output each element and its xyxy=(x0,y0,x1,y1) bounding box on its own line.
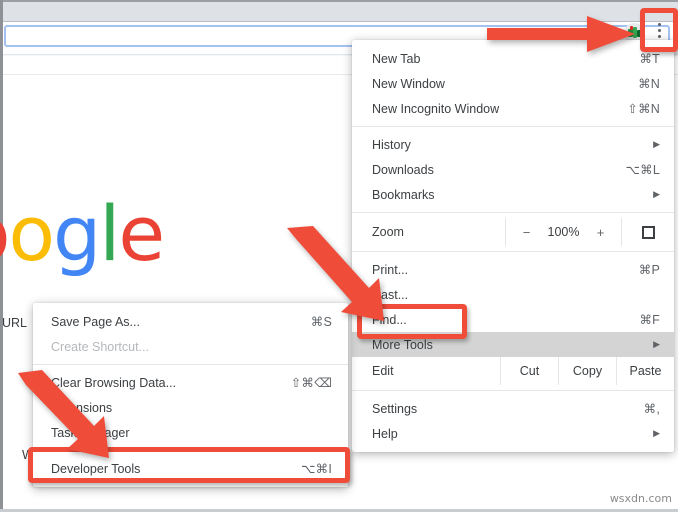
menu-item-label: New Incognito Window xyxy=(372,101,500,116)
submenu-item-create-shortcut: Create Shortcut... xyxy=(33,334,348,359)
window-top-border xyxy=(0,0,678,2)
submenu-item-label: Save Page As... xyxy=(51,314,140,329)
menu-separator xyxy=(352,251,674,252)
menu-row-edit: Edit Cut Copy Paste xyxy=(352,357,674,385)
menu-item-accelerator: ⌘P xyxy=(638,263,660,277)
menu-item-accelerator: ⌘T xyxy=(639,52,660,66)
menu-item-label: Print... xyxy=(372,262,409,277)
logo-letter-o2: o xyxy=(8,189,55,278)
fullscreen-button[interactable] xyxy=(622,218,674,246)
menu-item-history[interactable]: History ▶ xyxy=(352,132,674,157)
annotation-box-menu-button xyxy=(640,8,678,52)
submenu-item-accelerator: ⇧⌘⌫ xyxy=(290,376,332,390)
annotation-arrow-to-developer-tools xyxy=(18,370,109,458)
annotation-arrow-to-menu-button xyxy=(487,16,635,52)
chevron-right-icon: ▶ xyxy=(653,339,660,349)
menu-item-new-window[interactable]: New Window ⌘N xyxy=(352,71,674,96)
screenshot-root: oogle URL W New Tab ⌘T New Window ⌘N New… xyxy=(0,0,678,512)
menu-row-zoom: Zoom − 100% + xyxy=(352,218,674,246)
menu-separator xyxy=(352,390,674,391)
menu-item-accelerator: ⌘, xyxy=(643,402,660,416)
url-text-label: URL xyxy=(2,316,28,330)
menu-item-label: New Window xyxy=(372,76,445,91)
menu-item-label: Bookmarks xyxy=(372,187,435,202)
chevron-right-icon: ▶ xyxy=(653,428,660,438)
watermark: wsxdn.com xyxy=(609,492,672,505)
google-logo: oogle xyxy=(0,189,165,278)
chevron-right-icon: ▶ xyxy=(653,189,660,199)
logo-letter-l: l xyxy=(99,189,120,278)
submenu-separator xyxy=(33,364,348,365)
edit-cut-button[interactable]: Cut xyxy=(500,357,558,385)
menu-item-label: Settings xyxy=(372,401,418,416)
menu-item-print[interactable]: Print... ⌘P xyxy=(352,257,674,282)
logo-letter-g: g xyxy=(53,189,101,278)
zoom-in-button[interactable]: + xyxy=(595,225,607,240)
menu-item-label: Cast... xyxy=(372,287,409,302)
menu-item-label: History xyxy=(372,137,411,152)
edit-copy-button[interactable]: Copy xyxy=(558,357,616,385)
annotation-arrow-to-more-tools xyxy=(287,226,384,321)
menu-item-accelerator: ⇧⌘N xyxy=(627,102,660,116)
menu-item-new-incognito-window[interactable]: New Incognito Window ⇧⌘N xyxy=(352,96,674,121)
zoom-controls: − 100% + xyxy=(505,218,622,246)
menu-item-label: More Tools xyxy=(372,337,433,352)
menu-separator xyxy=(352,126,674,127)
chevron-right-icon: ▶ xyxy=(653,139,660,149)
logo-letter-o1: o xyxy=(0,196,10,272)
edit-paste-button[interactable]: Paste xyxy=(616,357,674,385)
logo-letter-e: e xyxy=(118,189,165,278)
chrome-main-menu: New Tab ⌘T New Window ⌘N New Incognito W… xyxy=(352,40,674,452)
menu-item-accelerator: ⌥⌘L xyxy=(625,163,660,177)
submenu-item-label: Create Shortcut... xyxy=(51,339,149,354)
zoom-out-button[interactable]: − xyxy=(521,225,533,240)
zoom-level-value: 100% xyxy=(547,225,580,239)
menu-item-bookmarks[interactable]: Bookmarks ▶ xyxy=(352,182,674,207)
menu-separator xyxy=(352,212,674,213)
menu-item-settings[interactable]: Settings ⌘, xyxy=(352,396,674,421)
menu-item-help[interactable]: Help ▶ xyxy=(352,421,674,446)
menu-item-label: Downloads xyxy=(372,162,434,177)
menu-item-accelerator: ⌘F xyxy=(639,313,660,327)
menu-item-accelerator: ⌘N xyxy=(638,77,660,91)
fullscreen-icon xyxy=(641,225,655,239)
menu-item-label: Help xyxy=(372,426,398,441)
edit-label: Edit xyxy=(372,364,394,378)
menu-item-downloads[interactable]: Downloads ⌥⌘L xyxy=(352,157,674,182)
